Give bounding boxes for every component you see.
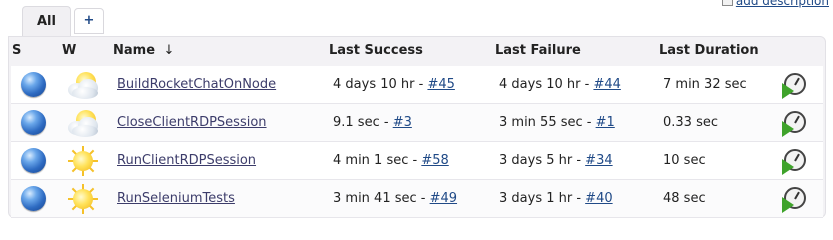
last-success-time: 9.1 sec - bbox=[333, 115, 393, 130]
add-description-link[interactable]: add description bbox=[721, 0, 829, 8]
column-last-duration-header[interactable]: Last Duration bbox=[659, 43, 759, 58]
table-row: RunClientRDPSession 4 min 1 sec - #58 3 … bbox=[11, 142, 823, 180]
job-link[interactable]: RunClientRDPSession bbox=[117, 153, 256, 168]
table-row: RunSeleniumTests 3 min 41 sec - #49 3 da… bbox=[11, 180, 823, 218]
add-view-button[interactable]: + bbox=[74, 8, 104, 34]
column-last-success-header[interactable]: Last Success bbox=[329, 43, 423, 58]
last-success-time: 4 days 10 hr - bbox=[333, 77, 428, 92]
column-name-label: Name bbox=[113, 43, 156, 58]
column-status-header[interactable]: S bbox=[12, 43, 21, 58]
last-success-time: 3 min 41 sec - bbox=[333, 191, 430, 206]
last-duration: 10 sec bbox=[663, 153, 706, 168]
sun-behind-clouds-icon bbox=[66, 69, 100, 101]
play-arrow-icon bbox=[782, 197, 794, 213]
job-link[interactable]: BuildRocketChatOnNode bbox=[117, 77, 276, 92]
last-success-build-link[interactable]: #3 bbox=[393, 115, 412, 130]
table-row: BuildRocketChatOnNode 4 days 10 hr - #45… bbox=[11, 66, 823, 104]
jobs-table: S W Name ↓ Last Success Last Failure Las… bbox=[8, 36, 826, 218]
column-weather-header[interactable]: W bbox=[62, 43, 76, 58]
last-failure-build-link[interactable]: #44 bbox=[593, 77, 620, 92]
table-header: S W Name ↓ Last Success Last Failure Las… bbox=[9, 37, 825, 66]
job-link[interactable]: RunSeleniumTests bbox=[117, 191, 235, 206]
tab-all[interactable]: All bbox=[22, 6, 71, 36]
play-arrow-icon bbox=[782, 159, 794, 175]
last-success-build-link[interactable]: #45 bbox=[427, 77, 454, 92]
add-description-label: add description bbox=[735, 0, 829, 8]
schedule-build-button[interactable] bbox=[782, 185, 808, 213]
last-failure-build-link[interactable]: #1 bbox=[596, 115, 615, 130]
play-arrow-icon bbox=[782, 121, 794, 137]
last-failure-time: 3 min 55 sec - bbox=[499, 115, 596, 130]
sort-descending-icon: ↓ bbox=[163, 43, 175, 58]
notepad-icon bbox=[721, 0, 733, 6]
schedule-build-button[interactable] bbox=[782, 147, 808, 175]
last-success-build-link[interactable]: #49 bbox=[430, 191, 457, 206]
sunny-icon bbox=[66, 183, 100, 215]
column-name-header[interactable]: Name ↓ bbox=[113, 43, 174, 58]
sun-behind-clouds-icon bbox=[66, 107, 100, 139]
blue-ball-icon bbox=[21, 186, 46, 211]
last-duration: 7 min 32 sec bbox=[663, 77, 747, 92]
last-duration: 48 sec bbox=[663, 191, 706, 206]
table-row: CloseClientRDPSession 9.1 sec - #3 3 min… bbox=[11, 104, 823, 142]
last-duration: 0.33 sec bbox=[663, 115, 718, 130]
play-arrow-icon bbox=[782, 83, 794, 99]
last-failure-build-link[interactable]: #40 bbox=[585, 191, 612, 206]
blue-ball-icon bbox=[21, 148, 46, 173]
blue-ball-icon bbox=[21, 72, 46, 97]
job-rows: BuildRocketChatOnNode 4 days 10 hr - #45… bbox=[11, 66, 823, 218]
column-last-failure-header[interactable]: Last Failure bbox=[495, 43, 581, 58]
blue-ball-icon bbox=[21, 110, 46, 135]
schedule-build-button[interactable] bbox=[782, 109, 808, 137]
last-failure-build-link[interactable]: #34 bbox=[585, 153, 612, 168]
job-link[interactable]: CloseClientRDPSession bbox=[117, 115, 267, 130]
sunny-icon bbox=[66, 145, 100, 177]
last-success-time: 4 min 1 sec - bbox=[333, 153, 422, 168]
schedule-build-button[interactable] bbox=[782, 71, 808, 99]
last-failure-time: 3 days 1 hr - bbox=[499, 191, 586, 206]
last-success-build-link[interactable]: #58 bbox=[421, 153, 448, 168]
last-failure-time: 3 days 5 hr - bbox=[499, 153, 586, 168]
last-failure-time: 4 days 10 hr - bbox=[499, 77, 594, 92]
